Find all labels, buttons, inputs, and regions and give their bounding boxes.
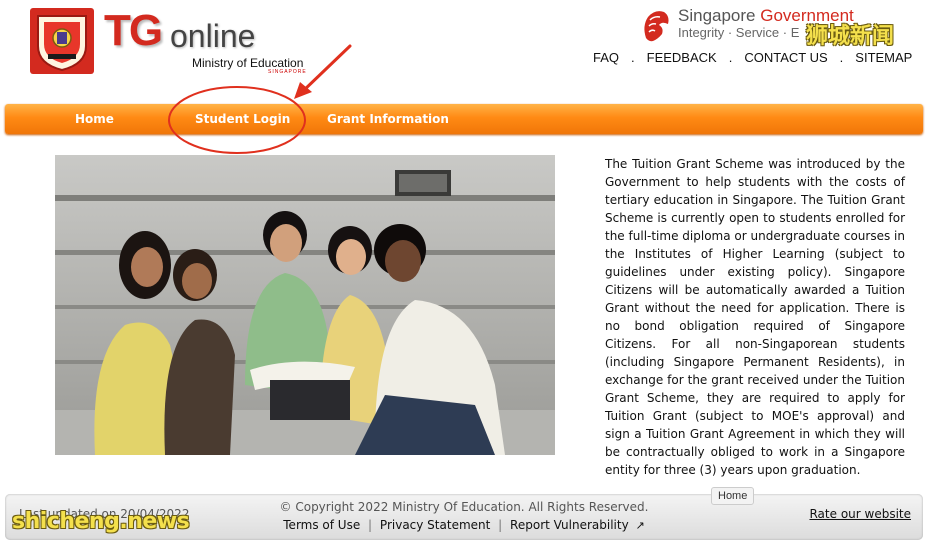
nav-home[interactable]: Home [75, 112, 114, 126]
link-report-vulnerability[interactable]: Report Vulnerability [510, 518, 629, 532]
nav-student-login[interactable]: Student Login [195, 112, 290, 126]
footer-link-separator: | [498, 518, 503, 532]
link-contact-us[interactable]: CONTACT US [744, 50, 827, 65]
tuition-grant-intro: The Tuition Grant Scheme was introduced … [605, 157, 905, 477]
link-faq[interactable]: FAQ [593, 50, 619, 65]
sg-gov-tagline: Integrity · Service · E [678, 25, 800, 40]
link-terms-of-use[interactable]: Terms of Use [283, 518, 360, 532]
link-sitemap[interactable]: SITEMAP [855, 50, 912, 65]
top-link-separator: . [631, 50, 635, 65]
logo-tg: TG [104, 6, 163, 55]
footer-link-separator: | [368, 518, 373, 532]
ministry-country: SINGAPORE [268, 69, 307, 75]
ministry-name: Ministry of Education [192, 56, 304, 70]
top-links: FAQ . FEEDBACK . CONTACT US . SITEMAP [593, 50, 912, 65]
top-link-separator: . [728, 50, 733, 65]
watermark-cn: 狮城新闻 [806, 24, 895, 49]
link-privacy-statement[interactable]: Privacy Statement [380, 518, 490, 532]
external-link-icon: ↗ [635, 519, 645, 532]
lion-head-icon [644, 11, 669, 42]
main-nav-bar: Home Student Login Grant Information [5, 104, 923, 134]
rate-our-website-link[interactable]: Rate our website [809, 507, 911, 521]
link-feedback[interactable]: FEEDBACK [647, 50, 717, 65]
students-group-photo [55, 155, 555, 455]
moe-crest-icon[interactable] [30, 8, 94, 74]
home-tooltip: Home [711, 487, 755, 505]
nav-grant-information[interactable]: Grant Information [327, 112, 449, 126]
site-header: TG online Ministry of Education SINGAPOR… [0, 0, 926, 100]
watermark-en: shicheng.news [12, 509, 190, 534]
top-link-separator: . [839, 50, 844, 65]
logo-online: online [170, 18, 256, 54]
